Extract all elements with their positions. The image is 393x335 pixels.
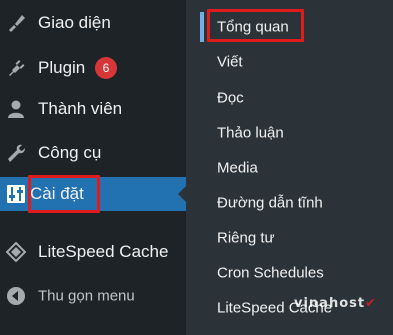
submenu-item-writing[interactable]: Viết (186, 45, 393, 79)
submenu-item-label: Viết (217, 53, 243, 71)
submenu-item-label: Đọc (217, 89, 244, 107)
settings-submenu: Tổng quan Viết Đọc Thảo luận Media Đường… (186, 0, 393, 335)
settings-sliders-icon (6, 184, 26, 204)
general-highlight-box (207, 9, 304, 42)
submenu-item-cron-schedules[interactable]: Cron Schedules (186, 256, 393, 290)
update-count-badge: 6 (95, 57, 117, 79)
admin-sidebar: Giao diện Plugin 6 Thành viên Công cụ Cà… (0, 0, 186, 335)
submenu-item-label: Riêng tư (217, 229, 275, 247)
active-menu-pointer (178, 186, 186, 202)
sidebar-item-tools[interactable]: Công cụ (0, 136, 186, 170)
vinahost-watermark: vinahost✔ (294, 296, 378, 311)
submenu-item-media[interactable]: Media (186, 151, 393, 185)
submenu-item-reading[interactable]: Đọc (186, 81, 393, 115)
submenu-item-privacy[interactable]: Riêng tư (186, 221, 393, 255)
submenu-item-label: Đường dẫn tĩnh (217, 194, 323, 212)
submenu-item-label: Media (217, 159, 258, 177)
sidebar-item-users[interactable]: Thành viên (0, 92, 186, 126)
sidebar-item-label: Thu gọn menu (38, 287, 135, 305)
wrench-icon (6, 143, 26, 163)
litespeed-diamond-icon (6, 242, 26, 262)
sidebar-item-label: Công cụ (38, 143, 102, 162)
users-icon (6, 99, 26, 119)
submenu-item-permalinks[interactable]: Đường dẫn tĩnh (186, 186, 393, 220)
submenu-item-discussion[interactable]: Thảo luận (186, 116, 393, 150)
collapse-menu-button[interactable]: Thu gọn menu (0, 279, 186, 313)
sidebar-item-label: LiteSpeed Cache (38, 242, 169, 261)
sidebar-item-label: Giao diện (38, 13, 111, 32)
settings-highlight-box (28, 175, 100, 213)
paintbrush-icon (6, 13, 26, 33)
submenu-item-label: Thảo luận (217, 124, 284, 142)
collapse-arrow-icon (6, 286, 26, 306)
sidebar-item-label: Plugin (38, 58, 86, 77)
plugin-icon (6, 58, 26, 78)
submenu-item-label: Cron Schedules (217, 264, 324, 282)
sidebar-item-label: Thành viên (38, 99, 123, 118)
sidebar-item-appearance[interactable]: Giao diện (0, 6, 186, 40)
sidebar-item-plugins[interactable]: Plugin 6 (0, 51, 186, 85)
sidebar-item-litespeed-cache[interactable]: LiteSpeed Cache (0, 235, 186, 269)
